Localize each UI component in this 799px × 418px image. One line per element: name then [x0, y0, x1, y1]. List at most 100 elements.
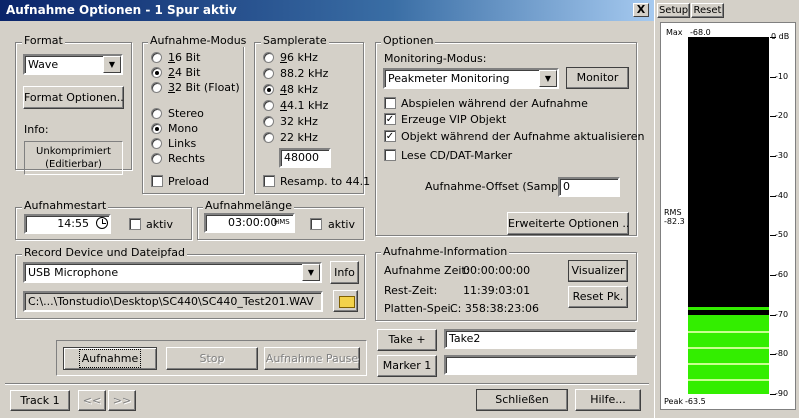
- record-button[interactable]: Aufnahme: [63, 347, 157, 370]
- meter-max-value: -68.0: [690, 28, 711, 37]
- chevron-down-icon[interactable]: ▼: [539, 70, 557, 87]
- label-32khz: 32 kHz: [280, 115, 318, 128]
- play-during-recording-checkbox[interactable]: [384, 97, 396, 109]
- next-track-button[interactable]: >>: [108, 390, 136, 411]
- take-name-input[interactable]: Take2: [444, 329, 637, 349]
- meter-reset-button[interactable]: Reset: [691, 3, 724, 18]
- format-group-label: Format: [22, 34, 65, 47]
- label-88khz: 88.2 kHz: [280, 67, 329, 80]
- length-time-input[interactable]: 03:00:00 HMS: [204, 213, 295, 233]
- device-info-button[interactable]: Info: [330, 261, 359, 284]
- level-meter: [688, 37, 769, 394]
- chevron-down-icon[interactable]: ▼: [302, 264, 320, 281]
- level-meter-segment-line: [688, 331, 769, 334]
- meter-scale-label: -30: [775, 151, 789, 160]
- meter-max-label: Max: [666, 28, 683, 37]
- update-object-checkbox[interactable]: ✓: [384, 130, 396, 142]
- preload-label: Preload: [168, 175, 209, 188]
- meter-peak-label: Peak: [664, 397, 683, 406]
- monitoring-mode-value: Peakmeter Monitoring: [388, 72, 510, 85]
- disk-space-value: C: 358:38:23:06: [450, 302, 539, 315]
- label-24-bit: 24 Bit: [168, 66, 201, 79]
- chevron-down-icon[interactable]: ▼: [103, 56, 121, 73]
- radio-mono[interactable]: [151, 123, 162, 134]
- read-cd-dat-marker-checkbox[interactable]: [384, 149, 396, 161]
- radio-48khz[interactable]: [263, 84, 274, 95]
- update-object-label: Objekt während der Aufnahme aktualisiere…: [401, 130, 645, 143]
- start-active-checkbox[interactable]: [129, 218, 141, 230]
- track-button[interactable]: Track 1: [10, 390, 70, 411]
- meter-rms-label: RMS: [664, 208, 682, 217]
- radio-44khz[interactable]: [263, 100, 274, 111]
- play-during-recording-label: Abspielen während der Aufnahme: [401, 97, 588, 110]
- remaining-time-label: Rest-Zeit:: [384, 284, 438, 297]
- radio-96khz[interactable]: [263, 52, 274, 63]
- custom-samplerate-input[interactable]: 48000: [279, 148, 331, 168]
- level-meter-segment-line: [688, 379, 769, 382]
- mode-group-label: Aufnahme-Modus: [148, 34, 249, 47]
- marker-name-input[interactable]: [444, 355, 637, 375]
- length-time-value: 03:00:00: [228, 216, 278, 229]
- help-button[interactable]: Hilfe...: [575, 389, 641, 411]
- monitoring-mode-select[interactable]: Peakmeter Monitoring ▼: [383, 68, 559, 89]
- length-group-label: Aufnahmelänge: [203, 199, 295, 212]
- length-unit: HMS: [274, 218, 290, 226]
- recording-info-group-label: Aufnahme-Information: [381, 245, 510, 258]
- preload-checkbox[interactable]: [151, 175, 163, 187]
- format-select[interactable]: Wave ▼: [23, 54, 123, 75]
- label-rechts: Rechts: [168, 152, 205, 165]
- resample-checkbox[interactable]: [263, 175, 275, 187]
- record-device-select[interactable]: USB Microphone ▼: [23, 262, 322, 283]
- stop-button[interactable]: Stop: [166, 347, 258, 370]
- browse-folder-button[interactable]: [333, 290, 358, 312]
- meter-scale-label: -80: [775, 349, 789, 359]
- radio-rechts[interactable]: [151, 153, 162, 164]
- marker-button[interactable]: Marker 1: [377, 355, 437, 377]
- reset-peak-button[interactable]: Reset Pk.: [568, 286, 628, 308]
- advanced-options-button[interactable]: Erweiterte Optionen ...: [507, 212, 629, 235]
- label-44khz: 44.1 kHz: [280, 99, 329, 112]
- close-window-button[interactable]: X: [633, 3, 649, 17]
- format-info-label: Info:: [24, 123, 49, 136]
- footer-divider: [5, 383, 649, 385]
- level-meter-segment-line: [688, 347, 769, 350]
- meter-scale-label: 0 dB: [771, 32, 790, 41]
- offset-input[interactable]: 0: [558, 177, 620, 197]
- radio-22khz[interactable]: [263, 132, 274, 143]
- meter-scale-label: -90: [775, 389, 789, 398]
- label-96khz: 96 kHz: [280, 51, 318, 64]
- window-titlebar: Aufnahme Optionen - 1 Spur aktiv: [0, 0, 654, 21]
- disk-space-label: Platten-Spei.: [384, 302, 455, 315]
- label-48khz: 48 kHz: [280, 83, 318, 96]
- previous-track-button[interactable]: <<: [78, 390, 106, 411]
- format-info-text-1: Unkomprimiert: [36, 146, 111, 157]
- recording-time-label: Aufnahme Zeit:: [384, 264, 470, 277]
- length-active-checkbox[interactable]: [310, 218, 322, 230]
- pause-button[interactable]: Aufnahme Pause: [264, 347, 360, 370]
- visualizer-button[interactable]: Visualizer: [568, 260, 628, 282]
- meter-setup-button[interactable]: Setup: [657, 3, 690, 18]
- level-meter-fill: [688, 315, 769, 394]
- device-group-label: Record Device und Dateipfad: [22, 246, 187, 259]
- close-button[interactable]: Schließen: [476, 389, 568, 411]
- format-select-value: Wave: [28, 58, 59, 71]
- take-plus-button[interactable]: Take +: [377, 329, 437, 351]
- radio-32khz[interactable]: [263, 116, 274, 127]
- radio-16-bit[interactable]: [151, 52, 162, 63]
- samplerate-group-label: Samplerate: [261, 34, 329, 47]
- label-16-bit: 16 Bit: [168, 51, 201, 64]
- level-meter-segment-line: [688, 363, 769, 366]
- clock-icon[interactable]: [96, 217, 108, 229]
- radio-links[interactable]: [151, 138, 162, 149]
- radio-stereo[interactable]: [151, 108, 162, 119]
- monitor-button[interactable]: Monitor: [566, 67, 629, 89]
- create-vip-object-checkbox[interactable]: ✓: [384, 113, 396, 125]
- resample-label: Resamp. to 44.1: [280, 175, 371, 188]
- radio-32-bit[interactable]: [151, 82, 162, 93]
- radio-24-bit[interactable]: [151, 67, 162, 78]
- format-options-button[interactable]: Format Optionen...: [23, 86, 124, 109]
- file-path-field[interactable]: C:\...\Tonstudio\Desktop\SC440\SC440_Tes…: [23, 291, 323, 312]
- length-active-label: aktiv: [328, 218, 355, 231]
- radio-88khz[interactable]: [263, 68, 274, 79]
- meter-scale-label: -10: [775, 71, 789, 81]
